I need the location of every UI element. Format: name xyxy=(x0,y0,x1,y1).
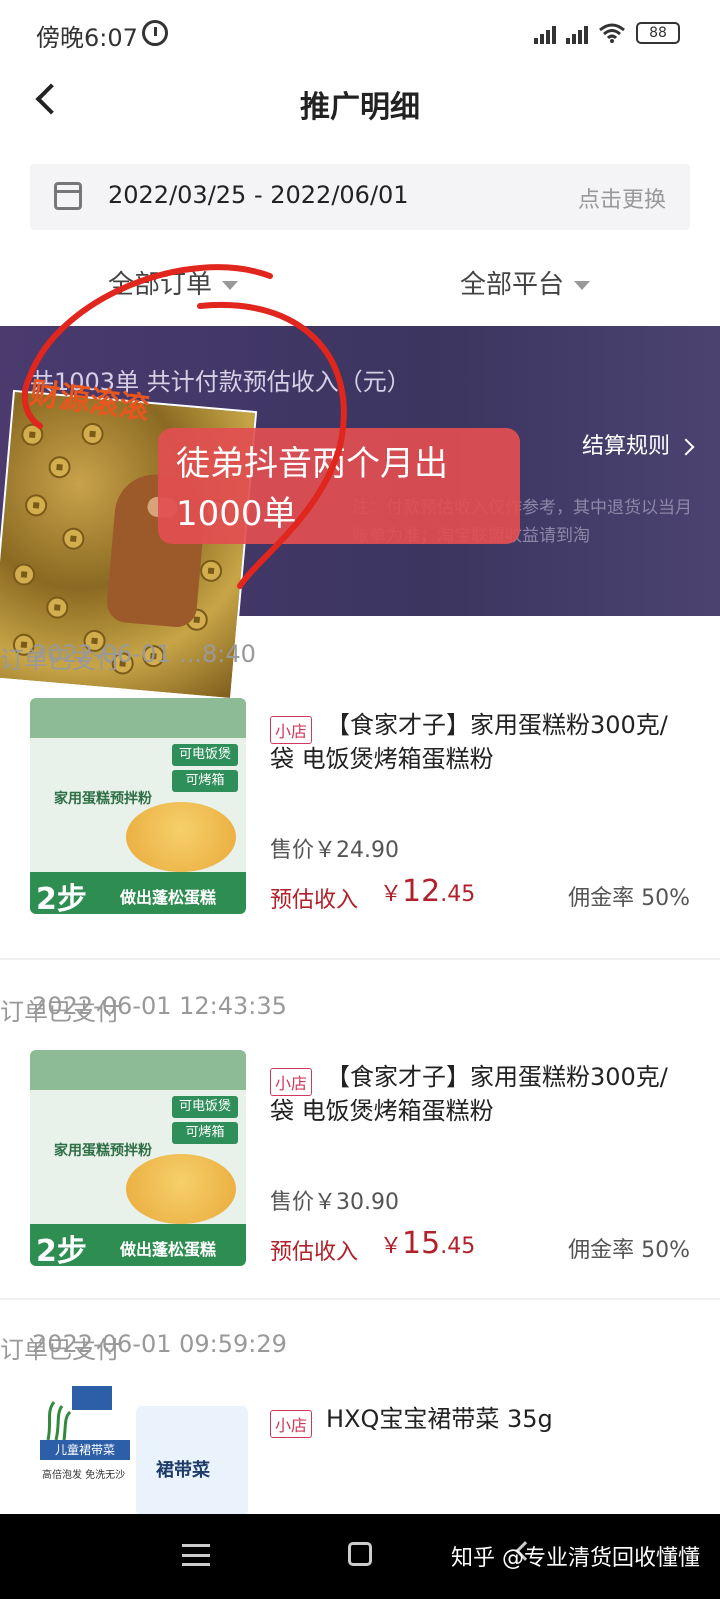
income-label: 预估收入 xyxy=(270,1240,359,1265)
status-time: 傍晚6:07 xyxy=(36,24,138,52)
signal-icon-2 xyxy=(566,22,588,44)
product-name: 【食家才子】家用蛋糕粉300克/袋 电饭煲烤箱蛋糕粉 xyxy=(270,1063,668,1125)
settlement-rules-link[interactable]: 结算规则 xyxy=(581,428,695,460)
status-bar: 傍晚6:07 88 xyxy=(0,0,720,70)
income-label: 预估收入 xyxy=(270,888,359,913)
income-value: ￥15.45 xyxy=(380,1226,476,1261)
order-filter-label: 全部订单 xyxy=(108,270,213,300)
product-name: 【食家才子】家用蛋糕粉300克/袋 电饭煲烤箱蛋糕粉 xyxy=(270,711,668,773)
platform-filter-label: 全部平台 xyxy=(460,270,565,300)
callout-line-1: 徒弟抖音两个月出 xyxy=(176,444,448,484)
commission-rate: 佣金率 50% xyxy=(568,1238,690,1263)
callout-line-2: 1000单 xyxy=(176,494,297,534)
cake-tag-2: 可烤箱 xyxy=(172,770,238,792)
divider xyxy=(0,1298,720,1300)
order-card[interactable]: 2022-06-01 12:43:35 订单已支付 可电饭煲 可烤箱 家用蛋糕预… xyxy=(0,992,720,1292)
seaweed-bag-text: 裙带菜 xyxy=(156,1460,210,1481)
cake-tag-2: 可烤箱 xyxy=(172,1122,238,1144)
seaweed-logo-icon xyxy=(46,1386,112,1441)
menu-icon[interactable] xyxy=(182,1544,210,1566)
cake-slogan: 做出蓬松蛋糕 xyxy=(120,888,217,907)
divider xyxy=(0,958,720,960)
cake-step: 2步 xyxy=(36,1234,87,1266)
product-image: 可电饭煲 可烤箱 家用蛋糕预拌粉 2步 做出蓬松蛋糕 xyxy=(30,1050,246,1266)
cake-title: 家用蛋糕预拌粉 xyxy=(54,1143,152,1159)
cake-tag-1: 可电饭煲 xyxy=(172,744,238,766)
change-date-button[interactable]: 点击更换 xyxy=(578,182,666,214)
caret-down-icon xyxy=(574,281,591,290)
calendar-icon xyxy=(54,182,82,210)
product-image: 儿童裙带菜 高倍泡发 免洗无沙 裙带菜 xyxy=(30,1374,248,1516)
date-range-bar[interactable]: 2022/03/25 - 2022/06/01 点击更换 xyxy=(30,164,690,230)
commission-rate: 佣金率 50% xyxy=(568,886,690,911)
cake-step: 2步 xyxy=(36,882,87,914)
home-icon[interactable] xyxy=(348,1542,372,1566)
cake-title: 家用蛋糕预拌粉 xyxy=(54,791,152,807)
app-header: 推广明细 xyxy=(0,70,720,150)
seaweed-subtitle: 高倍泡发 免洗无沙 xyxy=(42,1470,126,1481)
alarm-icon xyxy=(142,20,168,46)
platform-filter-dropdown[interactable]: 全部平台 xyxy=(460,264,591,301)
battery-icon: 88 xyxy=(636,22,680,44)
product-price: 售价￥30.90 xyxy=(270,1190,399,1215)
screen: { "status_bar": {"time": "傍晚6:07", "batt… xyxy=(0,0,720,1599)
watermark: 知乎 @专业清货回收懂懂 xyxy=(451,1546,700,1571)
wifi-icon xyxy=(599,23,625,43)
page-title: 推广明细 xyxy=(300,90,420,125)
filter-row: 全部订单 全部平台 xyxy=(0,258,720,314)
cake-slogan: 做出蓬松蛋糕 xyxy=(120,1240,217,1259)
product-name: HXQ宝宝裙带菜 35g xyxy=(326,1405,553,1433)
product-image: 可电饭煲 可烤箱 家用蛋糕预拌粉 2步 做出蓬松蛋糕 xyxy=(30,698,246,914)
cake-tag-1: 可电饭煲 xyxy=(172,1096,238,1118)
annotation-callout: 徒弟抖音两个月出 1000单 xyxy=(158,428,520,544)
status-icons: 88 xyxy=(534,22,680,44)
caret-down-icon xyxy=(222,281,239,290)
seaweed-kid-label: 儿童裙带菜 xyxy=(40,1440,130,1460)
product-price: 售价￥24.90 xyxy=(270,838,399,863)
order-card[interactable]: 2022-06-01 ...8:40 订单已支付 可电饭煲 可烤箱 家用蛋糕预拌… xyxy=(0,640,720,940)
signal-icon xyxy=(534,22,556,44)
date-range-text: 2022/03/25 - 2022/06/01 xyxy=(108,181,409,209)
system-nav-bar: 知乎 @专业清货回收懂懂 xyxy=(0,1514,720,1599)
settlement-rules-label: 结算规则 xyxy=(581,434,670,459)
chevron-right-icon xyxy=(677,438,695,456)
order-filter-dropdown[interactable]: 全部订单 xyxy=(108,264,239,301)
income-value: ￥12.45 xyxy=(380,874,476,909)
